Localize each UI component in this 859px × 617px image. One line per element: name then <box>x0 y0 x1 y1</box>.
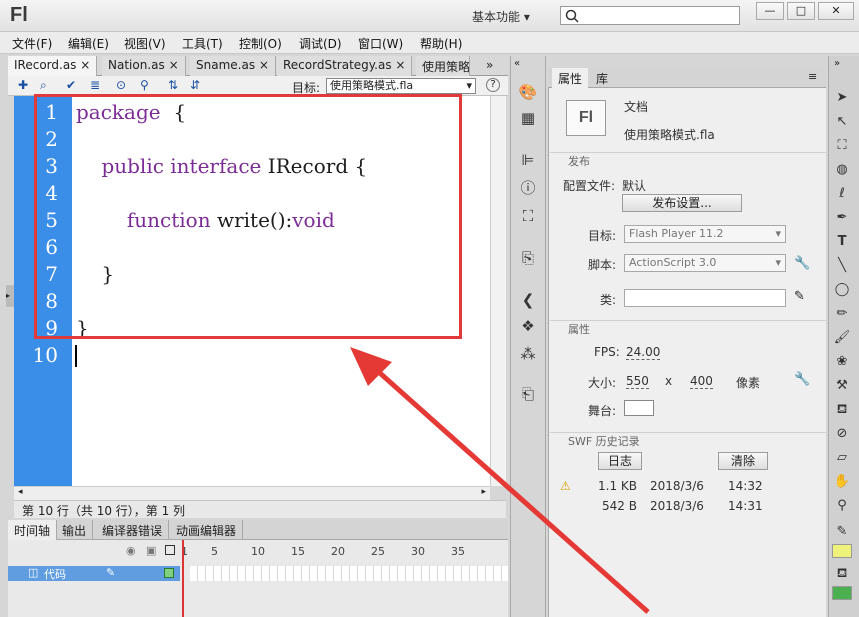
annotation-arrow <box>350 347 650 614</box>
